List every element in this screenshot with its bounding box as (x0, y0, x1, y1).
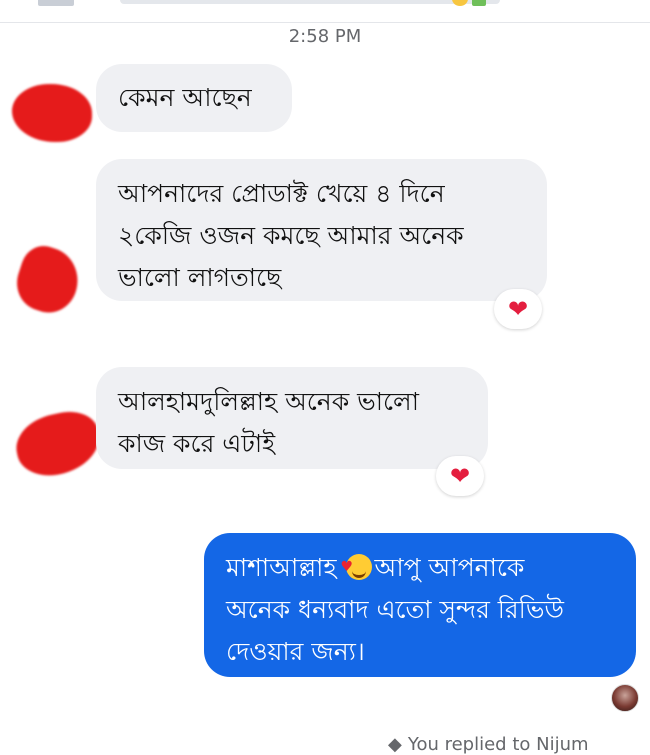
incoming-message-bubble[interactable]: আলহামদুলিল্লাহ অনেক ভালো কাজ করে এটাই (96, 367, 488, 469)
incoming-message-bubble[interactable]: আপনাদের প্রোডাক্ট খেয়ে ৪ দিনে ২কেজি ওজন… (96, 159, 547, 301)
smiling-face-with-hearts-icon (340, 546, 373, 588)
message-text-line: অনেক ধন্যবাদ এতো সুন্দর রিভিউ (226, 595, 564, 624)
incoming-message-bubble[interactable]: কেমন আছেন (96, 64, 292, 132)
outgoing-message-bubble[interactable]: মাশাআল্লাহ আপু আপনাকে অনেক ধন্যবাদ এতো স… (204, 533, 636, 677)
message-text-line: আলহামদুলিল্লাহ অনেক ভালো (118, 387, 419, 416)
heart-reaction[interactable]: ❤ (494, 289, 542, 329)
message-text-line: আপনাদের প্রোডাক্ট খেয়ে ৪ দিনে (118, 179, 445, 208)
seen-receipt-avatar (611, 684, 639, 712)
reply-arrow-icon: ◆ (388, 734, 402, 755)
message-timestamp: 2:58 PM (288, 26, 362, 47)
contact-thumbnail (38, 0, 74, 6)
reply-indicator[interactable]: ◆ You replied to Nijum (388, 734, 589, 755)
message-text-line: ২কেজি ওজন কমছে আমার অনেক (118, 221, 464, 250)
top-bar-cropped (0, 0, 650, 23)
cropped-header-text (120, 0, 500, 4)
heart-reaction[interactable]: ❤ (436, 456, 484, 496)
message-text: কেমন আছেন (118, 83, 252, 112)
contact-avatar-redacted[interactable] (10, 405, 106, 483)
message-text-line: ভালো লাগতাছে (118, 263, 282, 292)
message-text: মাশাআল্লাহ (226, 553, 337, 582)
heart-icon: ❤ (507, 295, 529, 323)
message-text-line: দেওয়ার জন্য। (226, 637, 365, 666)
heart-icon: ❤ (449, 462, 471, 490)
message-text-line: কাজ করে এটাই (118, 429, 276, 458)
emoji-icon (472, 0, 486, 6)
message-text: আপু আপনাকে (374, 553, 525, 582)
reply-indicator-text: You replied to Nijum (407, 734, 589, 755)
emoji-icon (452, 0, 468, 6)
message-text-line: মাশাআল্লাহ আপু আপনাকে (226, 546, 614, 589)
contact-avatar-redacted[interactable] (9, 240, 87, 320)
contact-avatar-redacted[interactable] (12, 84, 92, 142)
